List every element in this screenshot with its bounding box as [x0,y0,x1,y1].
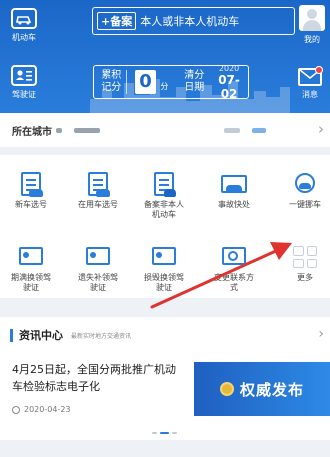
section-accent-bar [10,328,13,342]
news-section: 资讯中心 最新实时地方交通资讯 › 4月25日起，全国分两批推广机动车检验标志电… [0,317,330,440]
redacted-text [224,127,240,133]
city-value-redacted [56,127,62,133]
service-label: 在用车选号 [78,200,118,209]
service-label: 新车选号 [15,200,47,209]
license-entry[interactable]: 驾驶证 [11,65,37,100]
motor-vehicle-entry[interactable]: 机动车 [11,8,37,43]
news-date-row: 2020-04-23 [12,405,71,414]
car-icon [11,8,37,29]
service-label: 期满换领驾驶证 [11,273,51,292]
register-car-icon [150,171,178,197]
renew-license-icon [17,244,45,270]
service-used-car[interactable]: 在用车选号 [68,171,128,210]
unread-dot-icon [315,66,323,74]
header-panel: 机动车 +备案 本人或非本人机动车 我的 驾驶证 累积记分 0 分 清分日期 2… [0,0,330,113]
license-icon [11,65,37,86]
city-label: 所在城市 [12,126,52,138]
used-car-icon [84,171,112,197]
mail-icon [298,66,323,86]
banner-text: 权威发布 [239,380,304,399]
messages-entry[interactable]: 消息 [298,66,323,100]
news-title: 资讯中心 [19,329,63,342]
service-accident[interactable]: 事故快处 [204,171,264,210]
replace-license-icon [150,244,178,270]
score-unit: 分 [160,82,169,91]
score-value: 0 [134,70,157,94]
clock-icon [12,405,20,414]
service-move-car[interactable]: 一键挪车 [275,171,330,210]
motor-vehicle-label: 机动车 [12,33,36,42]
mine-label: 我的 [304,35,320,44]
add-vehicle-button[interactable]: +备案 本人或非本人机动车 [92,7,295,35]
move-car-icon [291,171,319,197]
service-contact-change[interactable]: 变更联系方式 [204,244,264,293]
service-label: 更多 [297,273,313,282]
service-replace-license[interactable]: 损毁换领驾驶证 [134,244,194,293]
contact-change-icon [220,244,248,270]
messages-label: 消息 [302,90,318,99]
reissue-license-icon [84,244,112,270]
service-label: 备案非本人机动车 [144,200,184,219]
service-label: 变更联系方式 [214,273,254,292]
city-row[interactable]: 所在城市 › [0,113,330,147]
carousel-dot-active [160,432,169,434]
carousel-indicator [152,432,177,434]
service-label: 损毁换领驾驶证 [144,273,184,292]
mine-entry[interactable]: 我的 [299,5,325,45]
redacted-text [74,127,100,133]
add-vehicle-text: 本人或非本人机动车 [140,15,240,28]
score-panel[interactable]: 累积记分 0 分 清分日期 2020 07-02 [93,64,249,101]
clear-year: 2020 [218,63,240,73]
clear-month-day: 07-02 [218,72,240,101]
chevron-right-icon: › [318,120,324,138]
service-register-car[interactable]: 备案非本人机动车 [134,171,194,220]
new-car-icon [17,171,45,197]
service-renew-license[interactable]: 期满换领驾驶证 [1,244,61,293]
clear-date: 2020 07-02 [210,64,248,101]
news-headline[interactable]: 4月25日起，全国分两批推广机动车检验标志电子化 [12,361,182,395]
news-header[interactable]: 资讯中心 最新实时地方交通资讯 [10,327,131,343]
chevron-right-icon[interactable]: › [318,326,324,342]
file-tag: +备案 [97,12,137,30]
service-reissue-license[interactable]: 遗失补领驾驶证 [68,244,128,293]
news-banner[interactable]: 权威发布 [194,362,330,416]
more-grid-icon [291,244,319,270]
score-label: 累积记分 [97,70,127,94]
service-more[interactable]: 更多 [275,244,330,283]
avatar-icon [299,5,325,31]
clear-date-label: 清分日期 [184,70,205,93]
service-label: 遗失补领驾驶证 [78,273,118,292]
carousel-dot [152,432,157,434]
redacted-text [252,127,266,133]
news-subtitle: 最新实时地方交通资讯 [71,332,132,340]
accident-icon [220,171,248,197]
carousel-dot [172,432,177,434]
emblem-icon [219,382,234,396]
service-label: 一键挪车 [289,200,321,209]
services-grid: 新车选号 在用车选号 备案非本人机动车 事故快处 一键挪车 期满换领驾驶证 遗失… [0,155,330,298]
service-new-car[interactable]: 新车选号 [1,171,61,210]
news-date: 2020-04-23 [24,405,71,414]
license-label: 驾驶证 [12,90,36,99]
service-label: 事故快处 [218,200,250,209]
